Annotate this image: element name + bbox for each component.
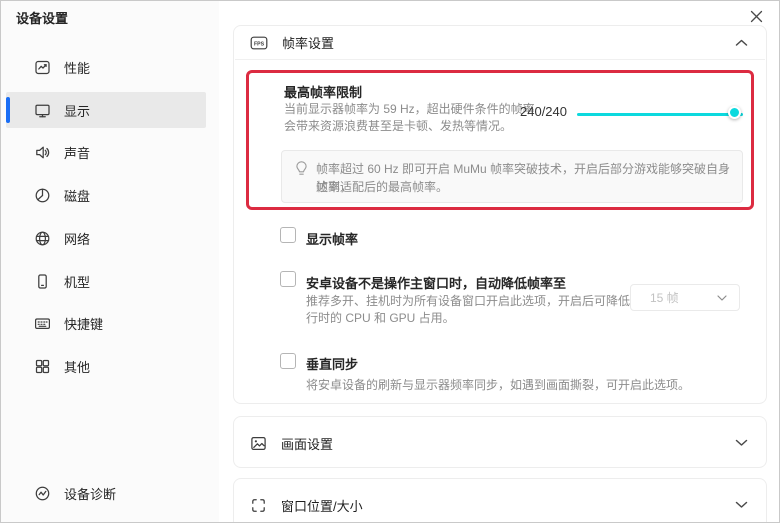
sidebar-item-other[interactable]: 其他 (6, 348, 206, 384)
sidebar-item-device-model[interactable]: 机型 (6, 263, 206, 299)
framerate-settings-card: FPS 帧率设置 最高帧率限制 当前显示器帧率为 59 Hz，超出硬件条件的帧率… (233, 25, 767, 404)
sidebar-item-disk[interactable]: 磁盘 (6, 177, 206, 213)
network-icon (34, 230, 51, 247)
max-fps-value: 240/240 (507, 104, 567, 119)
max-fps-highlight-box: 最高帧率限制 当前显示器帧率为 59 Hz，超出硬件条件的帧率 会带来资源浪费甚… (246, 70, 754, 210)
picture-settings-card: 画面设置 (233, 416, 767, 468)
bulb-icon (294, 160, 309, 177)
sidebar-item-performance[interactable]: 性能 (6, 49, 206, 85)
framerate-section-header[interactable]: FPS 帧率设置 (234, 26, 766, 59)
picture-icon (250, 435, 267, 452)
svg-text:FPS: FPS (254, 41, 265, 47)
fps-limit-dropdown-value: 15 帧 (650, 289, 717, 306)
fps-tip-line2: 达到适配后的最高帧率。 (316, 178, 448, 196)
grid-icon (34, 358, 51, 375)
fps-tip-box: 帧率超过 60 Hz 即可开启 MuMu 帧率突破技术，开启后部分游戏能够突破自… (281, 150, 743, 203)
diagnosis-icon (34, 485, 51, 502)
phone-icon (34, 273, 51, 290)
chevron-down-icon (717, 295, 727, 301)
disk-icon (34, 187, 51, 204)
keyboard-icon (34, 315, 51, 332)
sidebar-item-network[interactable]: 网络 (6, 220, 206, 256)
sidebar-item-diagnosis[interactable]: 设备诊断 (6, 475, 206, 511)
sidebar: 设备设置 性能 显示 声音 磁盘 网络 机型 快捷键 (1, 1, 219, 523)
sidebar-item-label: 其他 (64, 357, 90, 376)
vsync-desc: 将安卓设备的刷新与显示器频率同步，如遇到画面撕裂，可开启此选项。 (306, 377, 690, 394)
max-fps-slider-track[interactable] (577, 113, 743, 116)
fps-limit-dropdown[interactable]: 15 帧 (630, 284, 740, 311)
picture-section-header[interactable]: 画面设置 (234, 417, 766, 469)
window-section-title: 窗口位置/大小 (281, 496, 363, 515)
sidebar-item-label: 显示 (64, 101, 90, 120)
framerate-section-title: 帧率设置 (282, 33, 334, 52)
max-fps-title: 最高帧率限制 (284, 82, 362, 101)
header-divider (235, 59, 765, 60)
window-position-card: 窗口位置/大小 (233, 478, 767, 523)
chevron-down-icon[interactable] (735, 501, 748, 509)
sidebar-item-shortcuts[interactable]: 快捷键 (6, 305, 206, 341)
show-fps-label: 显示帧率 (306, 229, 358, 248)
auto-reduce-checkbox[interactable] (280, 271, 296, 287)
sidebar-item-label: 快捷键 (64, 314, 103, 333)
fps-icon: FPS (250, 35, 268, 51)
vsync-checkbox[interactable] (280, 353, 296, 369)
chevron-down-icon[interactable] (735, 439, 748, 447)
sidebar-item-label: 网络 (64, 229, 90, 248)
auto-reduce-label: 安卓设备不是操作主窗口时，自动降低帧率至 (306, 273, 566, 292)
performance-icon (34, 59, 51, 76)
max-fps-desc-line1: 当前显示器帧率为 59 Hz，超出硬件条件的帧率 (284, 101, 535, 118)
window-section-header[interactable]: 窗口位置/大小 (234, 479, 766, 523)
sound-icon (34, 144, 51, 161)
sidebar-item-label: 设备诊断 (64, 484, 116, 503)
sidebar-item-label: 机型 (64, 272, 90, 291)
window-title: 设备设置 (16, 8, 68, 27)
sidebar-item-sound[interactable]: 声音 (6, 134, 206, 170)
display-icon (34, 102, 51, 119)
sidebar-item-label: 性能 (64, 58, 90, 77)
window-size-icon (250, 497, 267, 514)
close-icon (750, 10, 763, 23)
auto-reduce-desc-line1: 推荐多开、挂机时为所有设备窗口开启此选项，开启后可降低运 (306, 293, 642, 310)
picture-section-title: 画面设置 (281, 434, 333, 453)
vsync-label: 垂直同步 (306, 354, 358, 373)
chevron-up-icon[interactable] (735, 39, 748, 47)
show-fps-checkbox[interactable] (280, 227, 296, 243)
max-fps-desc-line2: 会带来资源浪费甚至是卡顿、发热等情况。 (284, 118, 512, 135)
max-fps-slider-knob[interactable] (728, 106, 741, 119)
sidebar-item-display[interactable]: 显示 (6, 92, 206, 128)
auto-reduce-desc-line2: 行时的 CPU 和 GPU 占用。 (306, 310, 455, 327)
sidebar-item-label: 磁盘 (64, 186, 90, 205)
sidebar-item-label: 声音 (64, 143, 90, 162)
device-settings-window: 设备设置 性能 显示 声音 磁盘 网络 机型 快捷键 (0, 0, 780, 523)
